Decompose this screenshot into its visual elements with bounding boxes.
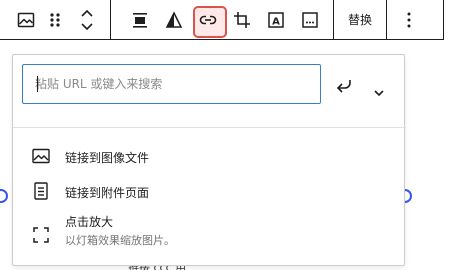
text-caret — [37, 76, 38, 92]
fullscreen-icon — [33, 227, 49, 243]
align-icon — [133, 12, 147, 28]
crop-icon — [234, 11, 250, 28]
image-icon — [17, 12, 35, 27]
more-block-options-button[interactable] — [293, 2, 327, 38]
image-resize-handle-left[interactable] — [0, 189, 8, 203]
duotone-button[interactable] — [157, 2, 191, 38]
svg-text:A: A — [272, 16, 280, 27]
menu-item-label: 链接到图像文件 — [65, 151, 150, 165]
page-icon — [34, 182, 48, 200]
text-overlay-button[interactable]: A — [259, 2, 293, 38]
crop-button[interactable] — [225, 2, 259, 38]
toolbar-group-replace: 替换 — [334, 0, 388, 39]
more-vertical-icon — [407, 12, 411, 27]
image-file-icon-wrap — [31, 146, 51, 166]
enter-return-icon — [336, 80, 351, 93]
replace-button[interactable]: 替换 — [334, 0, 386, 39]
menu-item-label: 链接到附件页面 — [65, 186, 150, 200]
menu-item-expand-on-click[interactable]: 点击放大 以灯箱效果缩放图片。 — [13, 213, 406, 253]
popover-divider — [13, 127, 406, 128]
menu-item-link-to-image-file[interactable]: 链接到图像文件 — [13, 146, 406, 170]
text-overlay-icon: A — [268, 11, 284, 28]
page-icon-wrap — [31, 181, 51, 201]
toolbar-group-block — [0, 0, 111, 39]
link-button[interactable] — [191, 2, 227, 38]
menu-item-label: 点击放大 — [65, 215, 114, 229]
duotone-filter-icon — [165, 10, 183, 28]
toolbar-group-options — [387, 0, 431, 39]
link-icon — [199, 15, 217, 24]
block-toolbar: A 替换 — [0, 0, 444, 40]
url-search-input[interactable] — [22, 64, 321, 104]
editor-canvas: 链接 ccc 用 — [0, 0, 463, 270]
move-up-down-button[interactable] — [70, 2, 104, 38]
link-search-row — [13, 55, 406, 127]
more-block-options-icon — [302, 11, 318, 28]
toolbar-group-tools: A — [111, 0, 334, 39]
fullscreen-icon-wrap — [31, 225, 51, 245]
submit-link-button[interactable] — [331, 72, 359, 100]
drag-button[interactable] — [40, 2, 70, 38]
options-menu-button[interactable] — [387, 0, 431, 39]
drag-handle-icon — [50, 12, 60, 27]
link-popover: 链接到图像文件 链接到附件页面 — [12, 54, 406, 266]
menu-item-link-to-attachment-page[interactable]: 链接到附件页面 — [13, 181, 406, 205]
align-button[interactable] — [123, 2, 157, 38]
chevron-down-icon — [374, 90, 384, 97]
link-settings-toggle[interactable] — [369, 83, 389, 103]
menu-item-description: 以灯箱效果缩放图片。 — [65, 234, 175, 247]
block-type-button[interactable] — [12, 2, 40, 38]
image-file-icon — [32, 148, 50, 164]
move-up-down-icon — [81, 9, 93, 30]
